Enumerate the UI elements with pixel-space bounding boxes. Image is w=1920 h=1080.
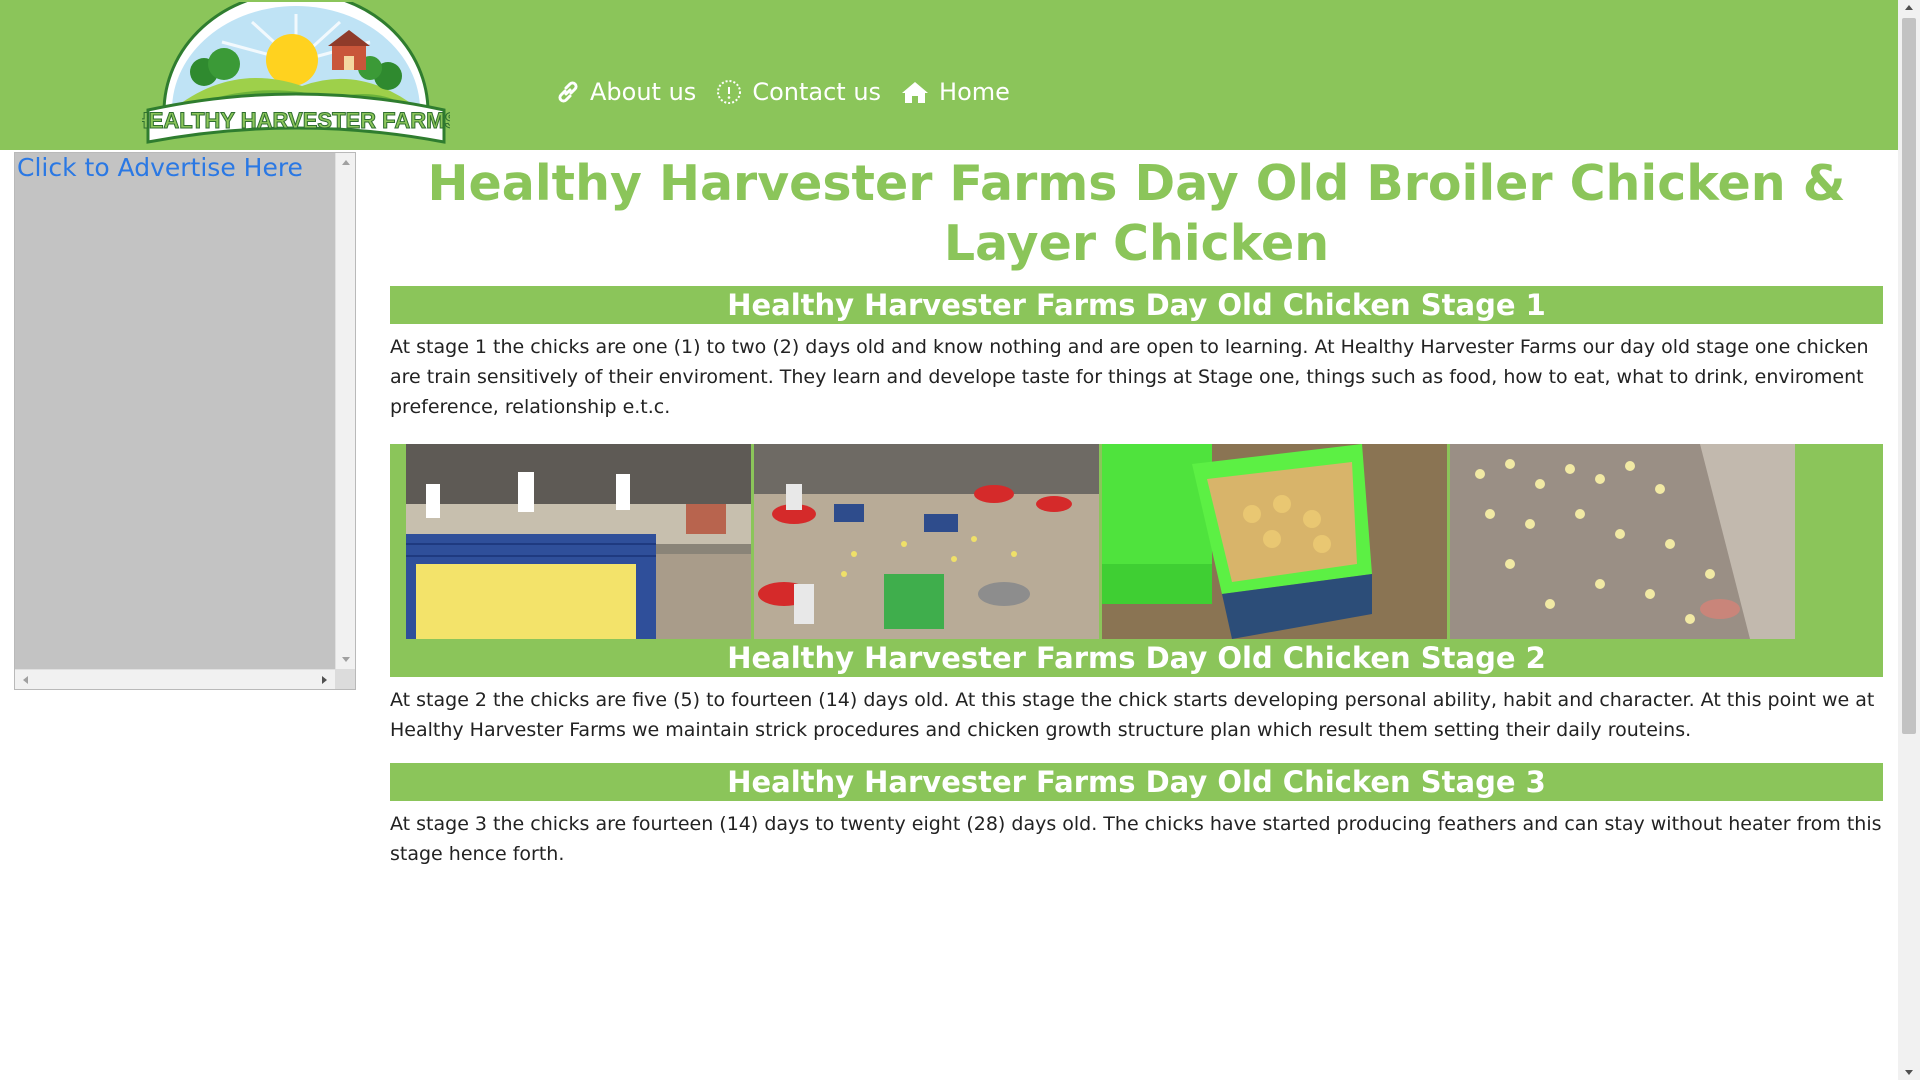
healthy-harvester-logo[interactable]: HEALTHY HARVESTER FARMS: [132, 0, 460, 148]
scroll-right-arrow-icon[interactable]: [322, 676, 327, 684]
page-scroll-thumb[interactable]: [1902, 18, 1916, 734]
nav-about-us[interactable]: About us: [556, 78, 696, 106]
nav-contact-us-label: Contact us: [752, 78, 882, 106]
stage-3-text: At stage 3 the chicks are fourteen (14) …: [390, 813, 1882, 865]
page-scroll-down-arrow-icon[interactable]: [1905, 1070, 1913, 1075]
info-circle-icon: [717, 80, 742, 104]
logo-text: HEALTHY HARVESTER FARMS: [142, 108, 450, 133]
chicken-photo-gallery: [390, 444, 1883, 639]
advertise-link[interactable]: Click to Advertise Here: [17, 153, 303, 182]
advert-vertical-scrollbar[interactable]: [335, 153, 355, 669]
stage-1-text: At stage 1 the chicks are one (1) to two…: [390, 336, 1869, 418]
advert-frame[interactable]: Click to Advertise Here: [14, 152, 356, 690]
main-nav: About us Contact us Home: [556, 72, 1030, 112]
main-content: Healthy Harvester Farms Day Old Broiler …: [390, 152, 1883, 869]
nav-home[interactable]: Home: [901, 78, 1010, 106]
scrollbar-corner: [335, 669, 355, 689]
nav-about-us-label: About us: [590, 78, 697, 106]
chicks-in-crates-photo: [406, 444, 751, 639]
stage-2-heading: Healthy Harvester Farms Day Old Chicken …: [390, 639, 1883, 677]
stage-3-heading: Healthy Harvester Farms Day Old Chicken …: [390, 763, 1883, 801]
stage-1-heading: Healthy Harvester Farms Day Old Chicken …: [390, 286, 1883, 324]
page-scroll-up-arrow-icon[interactable]: [1905, 5, 1913, 10]
stage-2-text: At stage 2 the chicks are five (5) to fo…: [390, 689, 1875, 741]
site-header: HEALTHY HARVESTER FARMS About us Contact…: [0, 0, 1898, 150]
home-icon: [902, 82, 929, 103]
advert-area: Click to Advertise Here: [15, 153, 335, 669]
scroll-left-arrow-icon[interactable]: [23, 676, 28, 684]
page-vertical-scrollbar[interactable]: [1898, 0, 1920, 1080]
advert-horizontal-scrollbar[interactable]: [15, 669, 335, 689]
scroll-down-arrow-icon[interactable]: [342, 657, 350, 662]
nav-home-label: Home: [939, 78, 1010, 106]
chicks-on-floor-photo: [1450, 444, 1795, 639]
green-baskets-chicks-photo: [1102, 444, 1447, 639]
brooder-feeders-photo: [754, 444, 1099, 639]
link-icon: [558, 81, 578, 103]
scroll-up-arrow-icon[interactable]: [342, 160, 350, 165]
page-title: Healthy Harvester Farms Day Old Broiler …: [427, 155, 1846, 272]
nav-contact-us[interactable]: Contact us: [716, 78, 881, 106]
